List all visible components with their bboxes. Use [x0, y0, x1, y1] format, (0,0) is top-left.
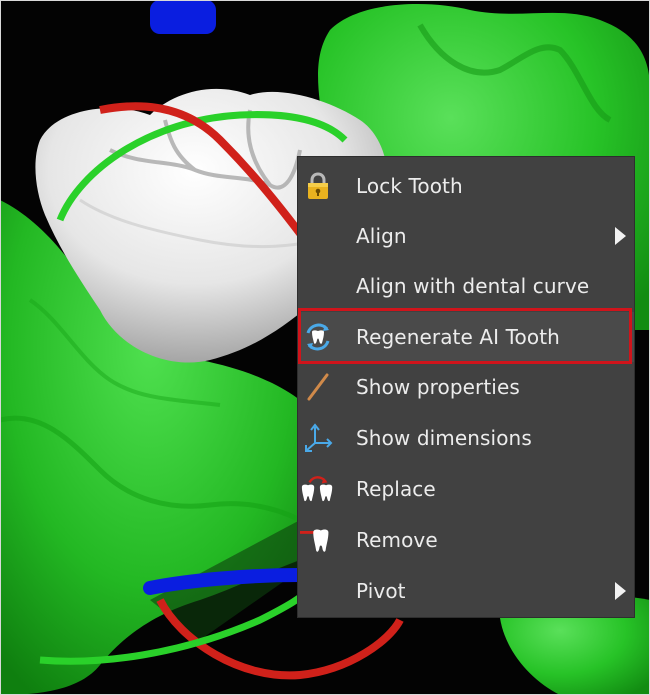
- menu-item-label: Regenerate AI Tooth: [356, 325, 560, 349]
- menu-item-align[interactable]: Align: [298, 211, 634, 261]
- 3d-viewport[interactable]: Lock Tooth Align Align with dental curve…: [0, 0, 650, 695]
- menu-item-align-with-dental-curve[interactable]: Align with dental curve: [298, 261, 634, 311]
- menu-item-regenerate-ai-tooth[interactable]: Regenerate AI Tooth: [298, 312, 634, 362]
- submenu-arrow-icon: [615, 227, 626, 245]
- menu-item-show-properties[interactable]: Show properties: [298, 362, 634, 412]
- menu-item-label: Lock Tooth: [356, 174, 463, 198]
- submenu-arrow-icon: [615, 582, 626, 600]
- menu-item-label: Replace: [356, 477, 436, 501]
- gizmo-z-axis-top[interactable]: [150, 0, 216, 34]
- menu-item-replace[interactable]: Replace: [298, 464, 634, 514]
- menu-item-label: Show properties: [356, 375, 520, 399]
- properties-pencil-icon: [300, 369, 336, 405]
- regenerate-ai-tooth-icon: [300, 319, 336, 355]
- menu-item-label: Show dimensions: [356, 426, 532, 450]
- menu-item-label: Pivot: [356, 579, 406, 603]
- menu-item-show-dimensions[interactable]: Show dimensions: [298, 413, 634, 463]
- remove-tooth-icon: [300, 522, 336, 558]
- replace-teeth-icon: [300, 471, 336, 507]
- menu-item-label: Align with dental curve: [356, 274, 590, 298]
- menu-item-pivot[interactable]: Pivot: [298, 566, 634, 616]
- lock-icon: [300, 168, 336, 204]
- dimensions-axes-icon: [300, 420, 336, 456]
- menu-item-lock-tooth[interactable]: Lock Tooth: [298, 161, 634, 211]
- menu-item-label: Align: [356, 224, 407, 248]
- menu-item-label: Remove: [356, 528, 438, 552]
- menu-item-remove[interactable]: Remove: [298, 515, 634, 565]
- context-menu: Lock Tooth Align Align with dental curve…: [298, 157, 634, 617]
